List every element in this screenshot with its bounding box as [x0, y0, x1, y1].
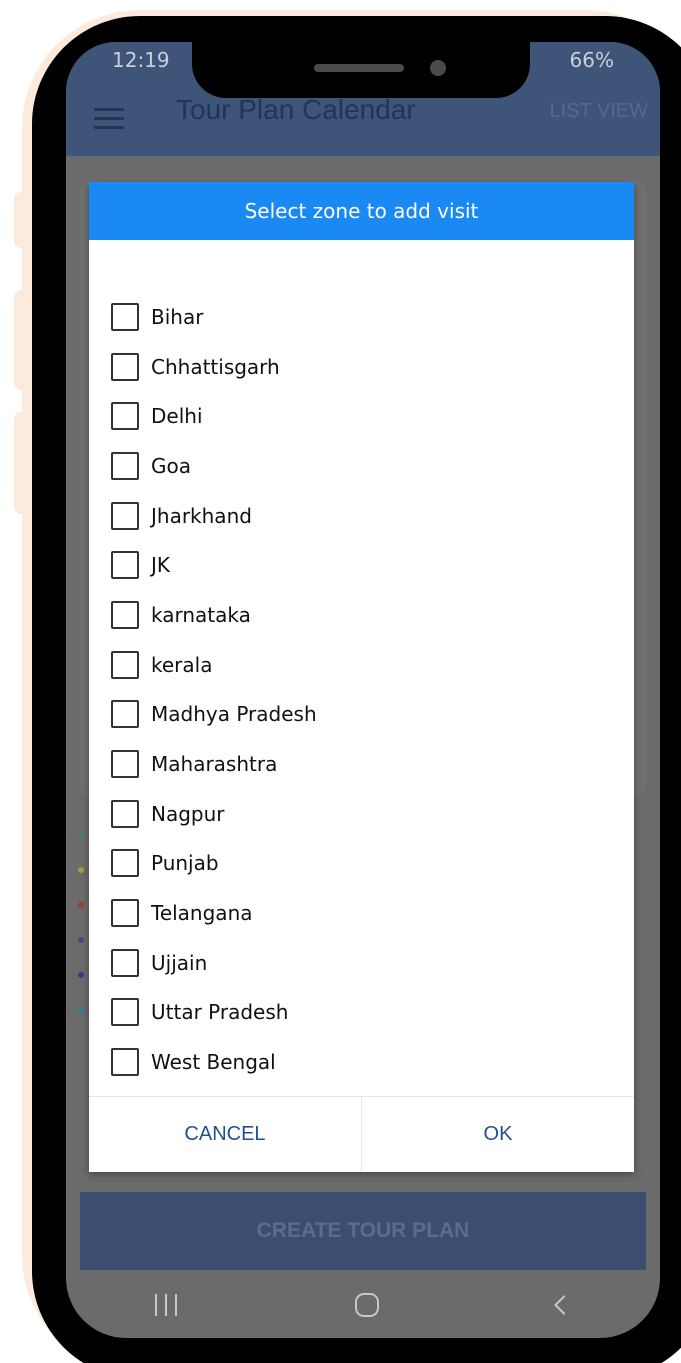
zone-item[interactable]: Punjab — [89, 839, 634, 889]
zone-label: Punjab — [151, 851, 219, 876]
zone-label: Telangana — [151, 901, 253, 926]
zone-checkbox[interactable] — [111, 600, 139, 629]
phone-side-button — [14, 412, 28, 514]
zone-checkbox[interactable] — [111, 899, 139, 928]
zone-item[interactable]: Jharkhand — [89, 491, 634, 541]
legend-dot — [78, 902, 84, 908]
zone-item[interactable]: Nagpur — [89, 789, 634, 839]
zone-label: kerala — [151, 652, 213, 677]
dialog-title: Select zone to add visit — [89, 182, 634, 240]
legend-dot — [78, 832, 84, 838]
select-zone-dialog: Select zone to add visit Bihar Chhattisga… — [89, 182, 634, 1172]
zone-item[interactable]: karnataka — [89, 590, 634, 640]
zone-label: JK — [151, 553, 171, 578]
zone-checkbox[interactable] — [111, 501, 139, 530]
status-battery: 66% — [569, 48, 614, 72]
legend-dot — [78, 867, 84, 873]
zone-item[interactable]: Telangana — [89, 888, 634, 938]
zone-label: Jharkhand — [151, 503, 252, 528]
legend-dots — [78, 832, 84, 1042]
back-icon[interactable] — [554, 1295, 574, 1315]
zone-item[interactable]: Goa — [89, 441, 634, 491]
cancel-button[interactable]: CANCEL — [89, 1097, 361, 1172]
system-nav-bar — [66, 1272, 660, 1338]
page-title: Tour Plan Calendar — [176, 94, 416, 125]
zone-item[interactable]: Delhi — [89, 391, 634, 441]
zone-label: Delhi — [151, 404, 203, 429]
zone-checkbox[interactable] — [111, 700, 139, 729]
zone-item[interactable]: Chhattisgarh — [89, 342, 634, 392]
zone-checkbox[interactable] — [111, 650, 139, 679]
zone-checkbox[interactable] — [111, 799, 139, 828]
zone-label: Ujjain — [151, 950, 208, 975]
zone-label: Chhattisgarh — [151, 354, 280, 379]
speaker-grille — [314, 64, 404, 72]
zone-checkbox[interactable] — [111, 402, 139, 431]
zone-item[interactable]: Uttar Pradesh — [89, 988, 634, 1038]
zone-checkbox[interactable] — [111, 849, 139, 878]
zone-item[interactable]: kerala — [89, 640, 634, 690]
legend-dot — [78, 1007, 84, 1013]
zone-checkbox[interactable] — [111, 998, 139, 1027]
camera-notch — [192, 24, 530, 98]
zone-label: Nagpur — [151, 801, 225, 826]
home-icon[interactable] — [355, 1293, 379, 1317]
zone-label: Goa — [151, 453, 191, 478]
create-tour-plan-button[interactable]: CREATE TOUR PLAN — [80, 1192, 646, 1270]
zone-checkbox[interactable] — [111, 302, 139, 331]
front-camera — [430, 60, 446, 76]
zone-item[interactable]: Madhya Pradesh — [89, 690, 634, 740]
zone-item[interactable]: Ujjain — [89, 938, 634, 988]
zone-checkbox[interactable] — [111, 551, 139, 580]
zone-checkbox[interactable] — [111, 750, 139, 779]
legend-dot — [78, 972, 84, 978]
list-view-button[interactable]: LIST VIEW — [549, 100, 648, 123]
zone-label: karnataka — [151, 602, 251, 627]
phone-side-button — [14, 192, 28, 248]
zone-label: Maharashtra — [151, 752, 278, 777]
zone-checkbox[interactable] — [111, 1048, 139, 1077]
recents-icon[interactable] — [155, 1294, 177, 1316]
legend-dot — [78, 937, 84, 943]
menu-icon[interactable] — [94, 108, 124, 130]
status-time: 12:19 — [112, 48, 170, 72]
zone-label: Uttar Pradesh — [151, 1000, 289, 1025]
zone-item[interactable]: Maharashtra — [89, 739, 634, 789]
zone-checkbox[interactable] — [111, 352, 139, 381]
zone-label: Bihar — [151, 304, 204, 329]
zone-label: Madhya Pradesh — [151, 702, 317, 727]
zone-list: Bihar Chhattisgarh Delhi Goa Jharkhand JK karn… — [89, 292, 634, 1087]
zone-checkbox[interactable] — [111, 948, 139, 977]
phone-side-button — [14, 290, 28, 390]
zone-item[interactable]: Bihar — [89, 292, 634, 342]
ok-button[interactable]: OK — [361, 1097, 634, 1172]
zone-checkbox[interactable] — [111, 451, 139, 480]
zone-label: West Bengal — [151, 1050, 276, 1075]
zone-item[interactable]: West Bengal — [89, 1037, 634, 1087]
dialog-actions: CANCEL OK — [89, 1096, 634, 1172]
zone-item[interactable]: JK — [89, 540, 634, 590]
